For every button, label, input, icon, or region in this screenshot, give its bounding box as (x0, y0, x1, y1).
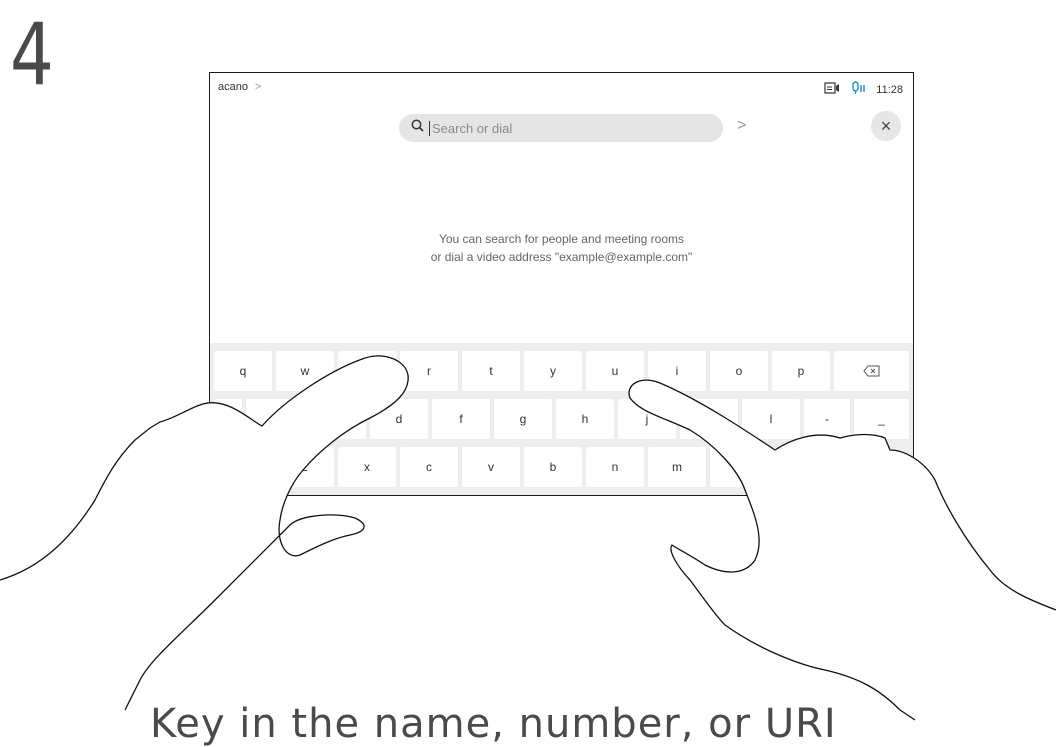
key-k[interactable]: k (680, 399, 738, 439)
device-screen: acano > 11:28 Search or dial > × You can… (209, 72, 914, 496)
close-button[interactable]: × (871, 111, 901, 141)
key-period[interactable]: . (772, 447, 830, 487)
chevron-right-icon: > (255, 81, 262, 93)
key-h[interactable]: h (556, 399, 614, 439)
search-icon (411, 119, 424, 137)
key-s[interactable]: s (308, 399, 366, 439)
key-x[interactable]: x (338, 447, 396, 487)
clock-time: 11:28 (876, 83, 903, 96)
key-l[interactable]: l (742, 399, 800, 439)
search-go-arrow-icon[interactable]: > (737, 117, 746, 135)
key-g[interactable]: g (494, 399, 552, 439)
key-o[interactable]: o (710, 351, 768, 391)
breadcrumb[interactable]: acano > (218, 81, 261, 93)
key-hyphen[interactable]: - (804, 399, 850, 439)
key-n[interactable]: n (586, 447, 644, 487)
key-j[interactable]: j (618, 399, 676, 439)
key-v[interactable]: v (462, 447, 520, 487)
key-w[interactable]: w (276, 351, 334, 391)
search-placeholder: Search or dial (432, 120, 513, 136)
key-m[interactable]: m (648, 447, 706, 487)
key-d[interactable]: d (370, 399, 428, 439)
text-cursor (429, 120, 430, 136)
key-z[interactable]: z (276, 447, 334, 487)
backspace-icon (862, 365, 879, 377)
key-a[interactable]: a (246, 399, 304, 439)
key-f[interactable]: f (432, 399, 490, 439)
key-u[interactable]: u (586, 351, 644, 391)
key-e[interactable]: e (338, 351, 396, 391)
hint-line-1: You can search for people and meeting ro… (438, 232, 685, 246)
key-b[interactable]: b (524, 447, 582, 487)
step-number: 4 (10, 5, 54, 105)
key-shift-left[interactable] (214, 399, 242, 439)
instruction-caption: Key in the name, number, or URI (150, 701, 837, 747)
camera-screen-icon[interactable] (824, 82, 840, 97)
key-underscore[interactable]: _ (854, 399, 909, 439)
key-p[interactable]: p (772, 351, 830, 391)
search-hint: You can search for people and meeting ro… (210, 230, 913, 266)
key-q[interactable]: q (214, 351, 272, 391)
breadcrumb-label: acano (218, 81, 248, 93)
backspace-key[interactable] (834, 351, 909, 391)
key-i[interactable]: i (648, 351, 706, 391)
key-t[interactable]: t (462, 351, 520, 391)
key-y[interactable]: y (524, 351, 582, 391)
microphone-icon[interactable] (850, 81, 866, 98)
key-c[interactable]: c (400, 447, 458, 487)
search-input[interactable]: Search or dial (399, 114, 723, 142)
key-r[interactable]: r (400, 351, 458, 391)
hint-line-2: or dial a video address "example@example… (430, 250, 693, 264)
key-comma[interactable]: , (710, 447, 768, 487)
status-bar: 11:28 (824, 81, 903, 98)
on-screen-keyboard: q w e r t y u i o p a s d f g h j k l - … (210, 343, 913, 495)
